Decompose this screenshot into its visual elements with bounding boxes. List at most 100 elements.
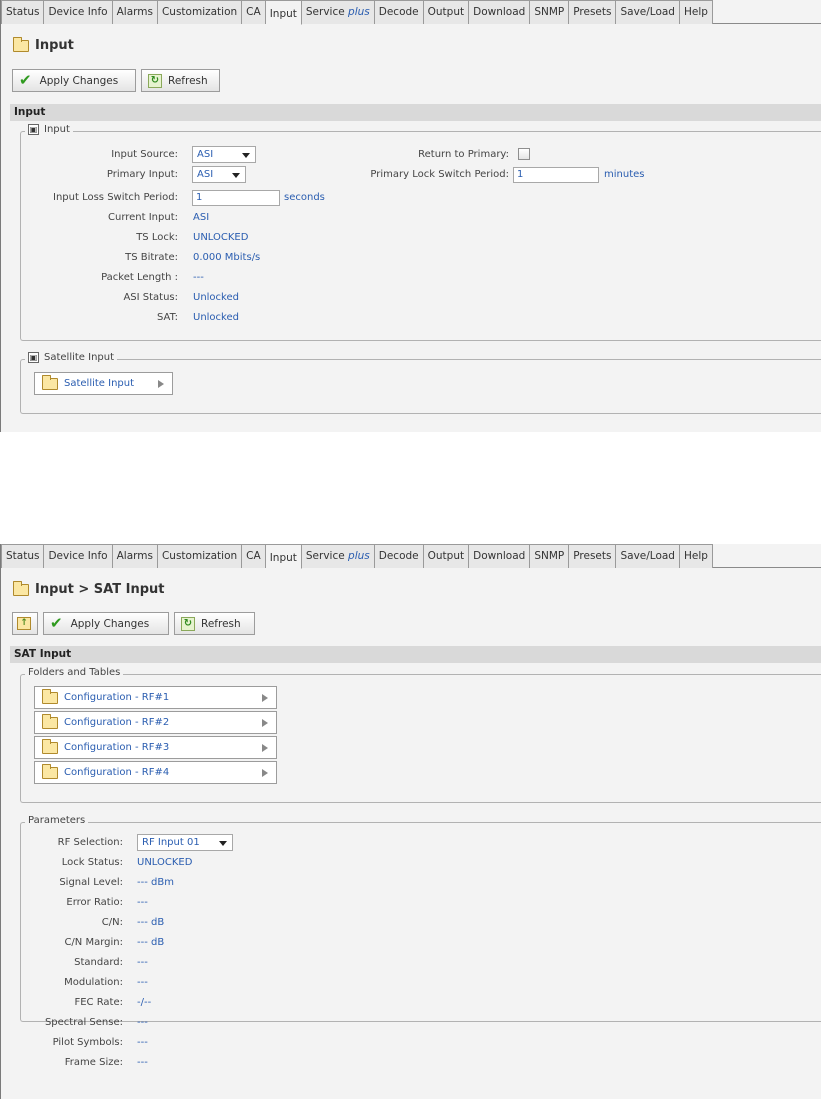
tab-label: Help <box>683 550 708 562</box>
rf-selection-value: RF Input 01 <box>142 837 200 848</box>
tab-presets[interactable]: Presets <box>569 0 617 24</box>
tab-download[interactable]: Download <box>469 544 531 568</box>
folder-item-label: Configuration - RF#2 <box>64 717 170 728</box>
tab-label: Input <box>269 552 297 564</box>
tab-service[interactable]: Service plus <box>301 0 375 24</box>
tab-label: Save/Load <box>620 6 675 18</box>
tab-help[interactable]: Help <box>679 0 713 24</box>
tab-customization[interactable]: Customization <box>157 0 243 24</box>
tab-label: SNMP <box>534 6 565 18</box>
loss-switch-input[interactable]: 1 <box>192 190 280 206</box>
collapse-icon[interactable]: ▣ <box>28 352 39 363</box>
asi-status-value: Unlocked <box>193 292 239 303</box>
folder-item-rf3[interactable]: Configuration - RF#3 <box>34 736 277 759</box>
up-folder-button[interactable]: ↑ <box>12 612 38 635</box>
tab-status[interactable]: Status <box>1 544 45 568</box>
folder-icon <box>42 713 58 729</box>
rf-selection-select[interactable]: RF Input 01 <box>137 834 233 851</box>
tab-label: Service <box>305 550 349 562</box>
tab-save-load[interactable]: Save/Load <box>616 0 680 24</box>
frame-size-value: --- <box>137 1057 148 1068</box>
refresh-icon: ↻ <box>148 73 162 88</box>
primary-lock-switch-unit: minutes <box>604 169 645 180</box>
tab-help[interactable]: Help <box>679 544 713 568</box>
folder-item-rf4[interactable]: Configuration - RF#4 <box>34 761 277 784</box>
tab-snmp[interactable]: SNMP <box>530 544 570 568</box>
tab-input[interactable]: Input <box>265 544 302 569</box>
input-group-legend-text: Input <box>44 124 70 135</box>
folder-item-rf1[interactable]: Configuration - RF#1 <box>34 686 277 709</box>
c-n-margin-label: C/N Margin: <box>64 937 123 948</box>
checkmark-icon: ✔ <box>50 614 63 632</box>
parameters-group-legend: Parameters <box>25 815 89 826</box>
refresh-icon: ↻ <box>181 616 195 631</box>
tab-decode[interactable]: Decode <box>374 544 424 568</box>
tab-status[interactable]: Status <box>1 0 45 24</box>
tab-label: Save/Load <box>620 550 675 562</box>
satellite-input-button[interactable]: Satellite Input <box>34 372 173 395</box>
loss-switch-label: Input Loss Switch Period: <box>53 192 178 203</box>
tab-label: Presets <box>573 6 612 18</box>
apply-changes-button[interactable]: ✔ Apply Changes <box>43 612 169 635</box>
modulation-label: Modulation: <box>64 977 123 988</box>
tab-output[interactable]: Output <box>423 544 470 568</box>
tab-label-suffix: plus <box>348 550 370 562</box>
packet-length-value: --- <box>193 272 204 283</box>
standard-value: --- <box>137 957 148 968</box>
section-header: Input <box>10 104 821 121</box>
tab-label: Service <box>305 6 349 18</box>
sat-status-label: SAT: <box>157 312 178 323</box>
collapse-icon[interactable]: ▣ <box>28 124 39 135</box>
right-triangle-icon <box>158 380 164 388</box>
primary-input-select[interactable]: ASI <box>192 166 246 183</box>
folder-item-label: Configuration - RF#4 <box>64 767 170 778</box>
refresh-label: Refresh <box>201 617 241 630</box>
tab-bar: Status Device Info Alarms Customization CA In… <box>1 0 821 25</box>
folder-up-icon: ↑ <box>17 617 31 630</box>
tab-bar: Status Device Info Alarms Customization CA In… <box>1 544 821 569</box>
standard-label: Standard: <box>74 957 123 968</box>
folder-icon <box>13 580 29 596</box>
primary-input-value: ASI <box>197 169 214 180</box>
pilot-symbols-value: --- <box>137 1037 148 1048</box>
fec-rate-value: -/-- <box>137 997 152 1008</box>
tab-ca[interactable]: CA <box>242 0 266 24</box>
rf-selection-label: RF Selection: <box>57 837 123 848</box>
tab-input[interactable]: Input <box>265 0 302 25</box>
tab-label: Output <box>427 550 465 562</box>
refresh-button[interactable]: ↻ Refresh <box>141 69 220 92</box>
current-input-label: Current Input: <box>108 212 178 223</box>
input-source-select[interactable]: ASI <box>192 146 256 163</box>
primary-lock-switch-input[interactable]: 1 <box>513 167 599 183</box>
tab-label: Alarms <box>116 6 153 18</box>
tab-device-info[interactable]: Device Info <box>44 544 113 568</box>
tab-ca[interactable]: CA <box>242 544 266 568</box>
tab-alarms[interactable]: Alarms <box>112 544 158 568</box>
apply-changes-button[interactable]: ✔ Apply Changes <box>12 69 136 92</box>
sat-status-value: Unlocked <box>193 312 239 323</box>
error-ratio-label: Error Ratio: <box>66 897 123 908</box>
tab-label: SNMP <box>534 550 565 562</box>
tab-label: Status <box>6 550 40 562</box>
tab-decode[interactable]: Decode <box>374 0 424 24</box>
folder-item-rf2[interactable]: Configuration - RF#2 <box>34 711 277 734</box>
tab-save-load[interactable]: Save/Load <box>616 544 680 568</box>
tab-device-info[interactable]: Device Info <box>44 0 113 24</box>
tab-alarms[interactable]: Alarms <box>112 0 158 24</box>
tab-output[interactable]: Output <box>423 0 470 24</box>
c-n-label: C/N: <box>101 917 123 928</box>
frame-size-label: Frame Size: <box>64 1057 123 1068</box>
tab-customization[interactable]: Customization <box>157 544 243 568</box>
return-primary-checkbox[interactable] <box>518 148 530 160</box>
tab-service[interactable]: Service plus <box>301 544 375 568</box>
tab-presets[interactable]: Presets <box>569 544 617 568</box>
refresh-button[interactable]: ↻ Refresh <box>174 612 255 635</box>
tab-snmp[interactable]: SNMP <box>530 0 570 24</box>
folder-icon <box>42 738 58 754</box>
tab-label: Input <box>269 8 297 20</box>
primary-lock-switch-label: Primary Lock Switch Period: <box>370 169 509 180</box>
primary-input-label: Primary Input: <box>106 169 178 180</box>
tab-label: Presets <box>573 550 612 562</box>
checkmark-icon: ✔ <box>19 71 32 89</box>
tab-download[interactable]: Download <box>469 0 531 24</box>
